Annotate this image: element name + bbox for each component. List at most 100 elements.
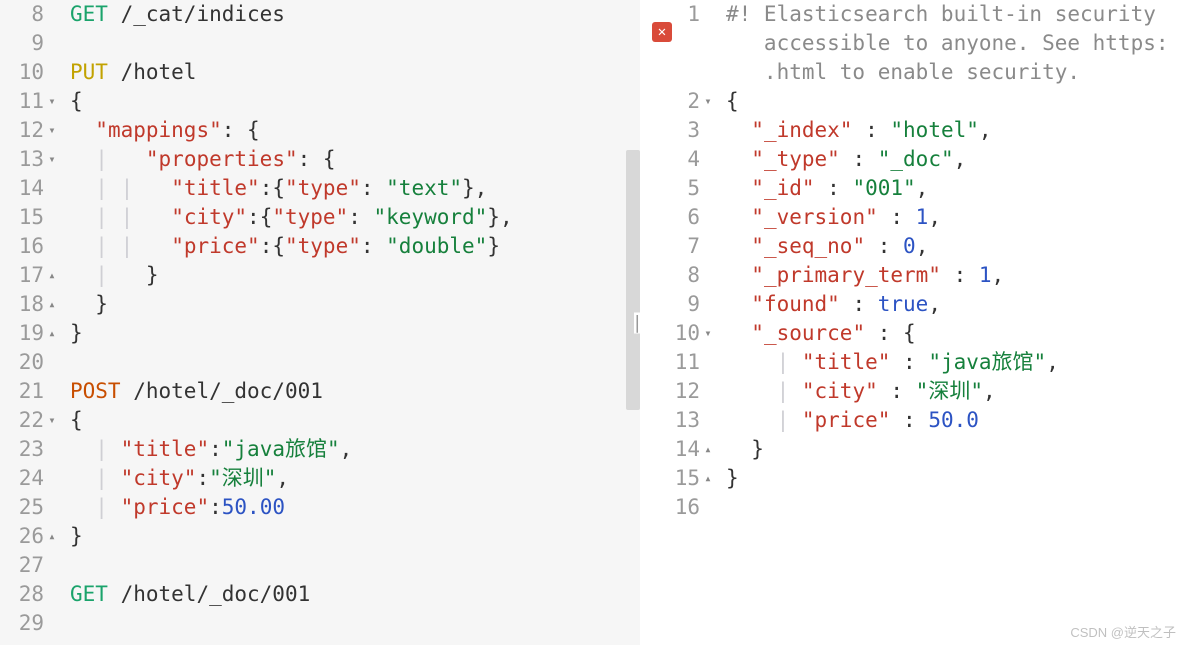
code-line[interactable]: GET /_cat/indices (70, 0, 640, 29)
line-number (640, 29, 700, 58)
code-line: "_source" : { (726, 319, 1184, 348)
left-gutter: 891011▾12▾13▾14151617▴18▴19▴202122▾23242… (0, 0, 54, 645)
code-line: "_type" : "_doc", (726, 145, 1184, 174)
line-number: 22▾ (0, 406, 44, 435)
line-number: 24 (0, 464, 44, 493)
code-line: } (726, 464, 1184, 493)
line-number: 17▴ (0, 261, 44, 290)
code-line: .html to enable security. (726, 58, 1184, 87)
left-code[interactable]: GET /_cat/indicesPUT /hotel{ "mappings":… (70, 0, 640, 645)
editor-root: 891011▾12▾13▾14151617▴18▴19▴202122▾23242… (0, 0, 1184, 645)
line-number: 15▴ (640, 464, 700, 493)
line-number: 13▾ (0, 145, 44, 174)
line-number: 16 (0, 232, 44, 261)
line-number: 13 (640, 406, 700, 435)
fold-open-icon[interactable]: ▾ (46, 145, 58, 174)
code-line[interactable]: | | "title":{"type": "text"}, (70, 174, 640, 203)
code-line[interactable]: PUT /hotel (70, 58, 640, 87)
line-number: 1 (640, 0, 700, 29)
code-line[interactable]: } (70, 522, 640, 551)
left-editor-pane[interactable]: 891011▾12▾13▾14151617▴18▴19▴202122▾23242… (0, 0, 640, 645)
line-number: 29 (0, 609, 44, 638)
line-number: 14▴ (640, 435, 700, 464)
fold-close-icon[interactable]: ▴ (46, 261, 58, 290)
code-line[interactable] (70, 348, 640, 377)
line-number: 11▾ (0, 87, 44, 116)
line-number: 5 (640, 174, 700, 203)
code-line[interactable] (70, 551, 640, 580)
code-line[interactable]: | | "city":{"type": "keyword"}, (70, 203, 640, 232)
fold-open-icon[interactable]: ▾ (46, 116, 58, 145)
watermark-text: CSDN @逆天之子 (1070, 622, 1176, 641)
line-number: 10 (0, 58, 44, 87)
line-number: 2▾ (640, 87, 700, 116)
code-line: | "city" : "深圳", (726, 377, 1184, 406)
right-gutter: 1 2▾345678910▾11121314▴15▴16 (640, 0, 710, 645)
right-output-pane[interactable]: ✕ 12▾345678910▾11121314▴15▴16 #! Elastic… (640, 0, 1184, 645)
line-number: 6 (640, 203, 700, 232)
code-line[interactable]: | "title":"java旅馆", (70, 435, 640, 464)
code-line: } (726, 435, 1184, 464)
code-line[interactable]: | "city":"深圳", (70, 464, 640, 493)
fold-open-icon[interactable]: ▾ (702, 87, 714, 116)
code-line[interactable]: "mappings": { (70, 116, 640, 145)
line-number: 21 (0, 377, 44, 406)
right-code: #! Elasticsearch built-in security acces… (726, 0, 1184, 645)
code-line: "_id" : "001", (726, 174, 1184, 203)
code-line (726, 493, 1184, 522)
line-number: 14 (0, 174, 44, 203)
code-line: "found" : true, (726, 290, 1184, 319)
code-line[interactable]: GET /hotel/_doc/001 (70, 580, 640, 609)
line-number: 4 (640, 145, 700, 174)
line-number: 18▴ (0, 290, 44, 319)
line-number: 7 (640, 232, 700, 261)
line-number: 3 (640, 116, 700, 145)
code-line[interactable]: POST /hotel/_doc/001 (70, 377, 640, 406)
code-line[interactable]: | } (70, 261, 640, 290)
scrollbar-vertical[interactable] (626, 150, 640, 410)
line-number: 23 (0, 435, 44, 464)
code-line[interactable]: { (70, 87, 640, 116)
code-line: | "price" : 50.0 (726, 406, 1184, 435)
code-line: "_primary_term" : 1, (726, 261, 1184, 290)
code-line: { (726, 87, 1184, 116)
line-number: 12 (640, 377, 700, 406)
line-number: 9 (0, 29, 44, 58)
fold-open-icon[interactable]: ▾ (46, 87, 58, 116)
code-line[interactable]: | | "price":{"type": "double"} (70, 232, 640, 261)
fold-close-icon[interactable]: ▴ (702, 435, 714, 464)
code-line: "_seq_no" : 0, (726, 232, 1184, 261)
line-number: 19▴ (0, 319, 44, 348)
code-line[interactable]: { (70, 406, 640, 435)
fold-close-icon[interactable]: ▴ (46, 319, 58, 348)
line-number: 8 (640, 261, 700, 290)
line-number: 26▴ (0, 522, 44, 551)
fold-open-icon[interactable]: ▾ (702, 319, 714, 348)
code-line: #! Elasticsearch built-in security (726, 0, 1184, 29)
code-line[interactable]: } (70, 290, 640, 319)
fold-open-icon[interactable]: ▾ (46, 406, 58, 435)
code-line: "_index" : "hotel", (726, 116, 1184, 145)
line-number: 12▾ (0, 116, 44, 145)
line-number: 20 (0, 348, 44, 377)
code-line[interactable] (70, 29, 640, 58)
line-number: 9 (640, 290, 700, 319)
line-number: 11 (640, 348, 700, 377)
line-number: 16 (640, 493, 700, 522)
line-number: 10▾ (640, 319, 700, 348)
fold-close-icon[interactable]: ▴ (702, 464, 714, 493)
code-line: accessible to anyone. See https: (726, 29, 1184, 58)
line-number: 28 (0, 580, 44, 609)
code-line[interactable]: | "price":50.00 (70, 493, 640, 522)
line-number: 8 (0, 0, 44, 29)
code-line: "_version" : 1, (726, 203, 1184, 232)
fold-close-icon[interactable]: ▴ (46, 522, 58, 551)
code-line[interactable]: } (70, 319, 640, 348)
code-line[interactable]: | "properties": { (70, 145, 640, 174)
line-number: 27 (0, 551, 44, 580)
code-line[interactable] (70, 609, 640, 638)
fold-close-icon[interactable]: ▴ (46, 290, 58, 319)
line-number: 25 (0, 493, 44, 522)
line-number: 15 (0, 203, 44, 232)
line-number (640, 58, 700, 87)
